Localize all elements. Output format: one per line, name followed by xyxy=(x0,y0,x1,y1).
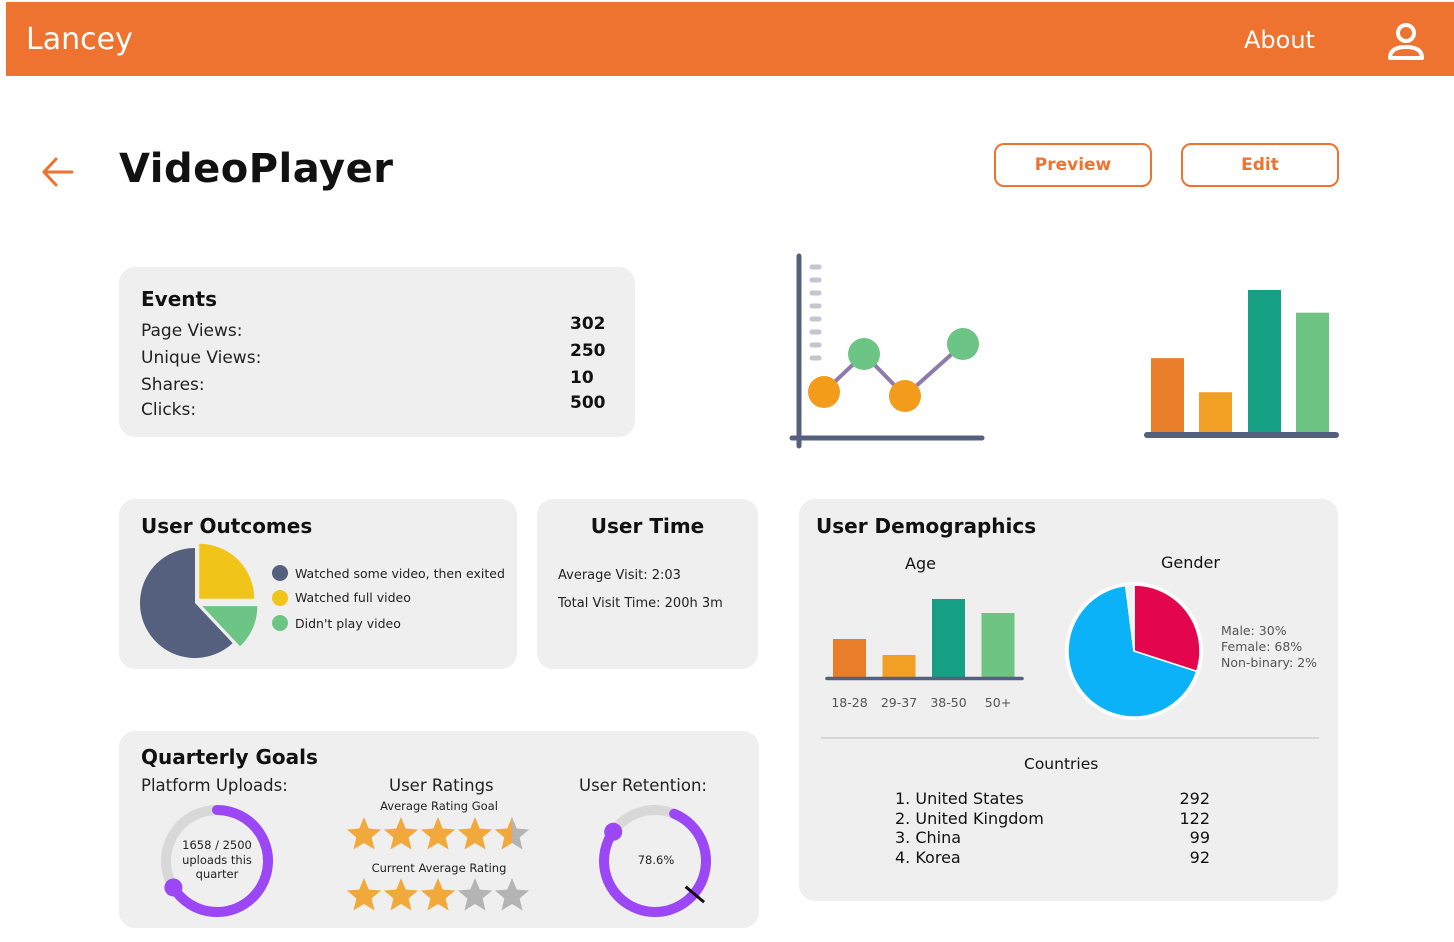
gender-stat-female: Female: 68% xyxy=(1221,639,1303,654)
age-tick-label: 50+ xyxy=(985,695,1011,710)
deco-bar xyxy=(1151,358,1184,432)
quarterly-goals-card: Quarterly Goals Platform Uploads: User R… xyxy=(119,731,759,928)
user-outcomes-title: User Outcomes xyxy=(141,514,313,538)
country-name: 3. China xyxy=(895,828,962,847)
user-demographics-card: User Demographics Age Gender 18-28 29-37 3… xyxy=(799,499,1338,901)
star-empty-icon xyxy=(494,878,530,911)
star-filled-icon xyxy=(346,878,382,911)
rating-goal-stars xyxy=(346,817,530,850)
line-chart-illustration xyxy=(789,253,985,449)
average-rating-goal-label: Average Rating Goal xyxy=(380,799,498,813)
age-bar-chart: 18-28 29-37 38-50 50+ xyxy=(825,599,1024,710)
gender-pie-chart xyxy=(1065,582,1203,720)
star-filled-icon xyxy=(383,878,419,911)
user-profile-icon[interactable] xyxy=(1384,20,1428,64)
country-row: 4. Korea 92 xyxy=(895,848,1210,868)
gender-stats: Male: 30% Female: 68% Non-binary: 2% xyxy=(1221,623,1317,671)
events-title: Events xyxy=(141,287,217,311)
country-count: 99 xyxy=(1189,828,1210,847)
countries-list: 1. United States 292 2. United Kingdom 1… xyxy=(895,789,1210,867)
age-bar-18-28 xyxy=(833,639,866,677)
back-arrow-icon[interactable] xyxy=(38,152,78,192)
gender-stat-nonbinary: Non-binary: 2% xyxy=(1221,655,1318,670)
age-bar-38-50 xyxy=(932,599,965,677)
events-value-page-views: 302 xyxy=(570,314,606,334)
user-ratings-label: User Ratings xyxy=(389,776,494,795)
brand-logo-text[interactable]: Lancey xyxy=(26,22,133,57)
country-name: 1. United States xyxy=(895,789,1024,808)
about-link[interactable]: About xyxy=(1244,26,1315,54)
deco-line-point xyxy=(889,380,921,412)
user-time-card: User Time Average Visit: 2:03 Total Visi… xyxy=(537,499,758,669)
user-time-title: User Time xyxy=(590,514,705,538)
divider xyxy=(821,737,1319,739)
star-filled-icon xyxy=(420,817,456,850)
quarterly-goals-title: Quarterly Goals xyxy=(141,745,318,769)
age-tick-label: 29-37 xyxy=(881,695,917,710)
uploads-caption-1: uploads this xyxy=(182,852,252,867)
star-filled-icon xyxy=(420,878,456,911)
user-retention-label: User Retention: xyxy=(579,776,707,795)
events-label-clicks: Clicks: xyxy=(141,400,197,420)
average-visit-text: Average Visit: 2:03 xyxy=(558,568,681,583)
bar-chart-illustration xyxy=(1144,290,1339,438)
country-count: 92 xyxy=(1189,847,1210,867)
deco-bar xyxy=(1199,392,1232,432)
age-tick-label: 38-50 xyxy=(930,695,966,710)
legend-label-no-play: Didn't play video xyxy=(295,616,401,631)
deco-line-point xyxy=(947,328,979,360)
country-name: 4. Korea xyxy=(895,847,961,867)
total-visit-time-text: Total Visit Time: 200h 3m xyxy=(558,596,723,611)
gender-stat-male: Male: 30% xyxy=(1221,623,1287,638)
events-value-unique-views: 250 xyxy=(570,341,606,361)
outcome-slice-full xyxy=(199,543,255,599)
star-filled-icon xyxy=(383,817,419,850)
legend-dot-full-video xyxy=(272,590,288,606)
uploads-count: 1658 / 2500 xyxy=(182,838,252,852)
country-row: 1. United States 292 xyxy=(895,789,1210,809)
outcomes-pie-chart xyxy=(140,543,258,658)
gender-chart-title: Gender xyxy=(1161,553,1220,572)
star-empty-icon xyxy=(457,878,493,911)
retention-ring-handle xyxy=(604,822,623,841)
events-label-unique-views: Unique Views: xyxy=(141,348,262,368)
country-name: 2. United Kingdom xyxy=(895,808,1044,828)
events-label-page-views: Page Views: xyxy=(141,321,243,341)
uploads-caption-2: quarter xyxy=(195,867,239,881)
countries-title: Countries xyxy=(1024,755,1099,773)
events-value-clicks: 500 xyxy=(570,393,606,413)
legend-label-some-video: Watched some video, then exited xyxy=(295,566,505,581)
preview-button[interactable]: Preview xyxy=(994,143,1152,187)
deco-bar xyxy=(1248,290,1281,432)
star-filled-icon xyxy=(346,817,382,850)
user-outcomes-card: User Outcomes Watched some video, then e… xyxy=(119,499,517,669)
star-filled-icon xyxy=(457,817,493,850)
events-value-shares: 10 xyxy=(570,368,594,388)
platform-uploads-label: Platform Uploads: xyxy=(141,776,288,795)
country-row: 2. United Kingdom 122 xyxy=(895,809,1210,829)
age-bar-50+ xyxy=(981,613,1015,677)
edit-button[interactable]: Edit xyxy=(1181,143,1339,187)
uploads-progress-text: 1658 / 2500 uploads this quarter xyxy=(167,838,267,882)
current-average-rating-label: Current Average Rating xyxy=(371,861,507,875)
age-tick-label: 18-28 xyxy=(831,695,867,710)
country-count: 292 xyxy=(1179,789,1210,808)
demographics-title: User Demographics xyxy=(816,514,1037,538)
deco-bar xyxy=(1296,312,1329,432)
events-label-shares: Shares: xyxy=(141,375,205,395)
top-nav-bar: Lancey About xyxy=(6,2,1454,76)
country-count: 122 xyxy=(1179,808,1210,828)
deco-line-point xyxy=(848,338,880,370)
retention-percent: 78.6% xyxy=(637,853,675,867)
current-rating-stars xyxy=(346,878,530,911)
legend-dot-no-play xyxy=(272,615,288,631)
page-title: VideoPlayer xyxy=(119,146,394,192)
legend-label-full-video: Watched full video xyxy=(295,590,411,605)
age-chart-title: Age xyxy=(905,554,936,573)
events-card: Events Page Views: Unique Views: Shares:… xyxy=(119,267,635,437)
country-row: 3. China 99 xyxy=(895,828,1210,848)
age-bar-29-37 xyxy=(882,655,916,677)
legend-dot-some-video xyxy=(272,565,288,581)
deco-line-point xyxy=(808,376,840,408)
